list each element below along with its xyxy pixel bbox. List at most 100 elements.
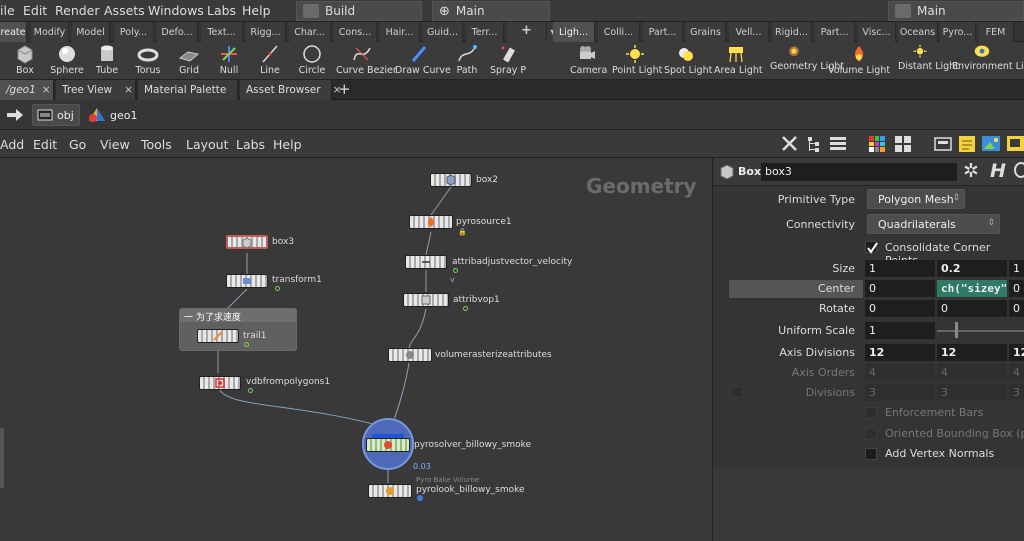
shelf-tab-hair[interactable]: Hair... — [380, 22, 420, 42]
tab-tree-view[interactable]: Tree View × — [56, 80, 136, 100]
tools-icon[interactable] — [780, 135, 800, 153]
shelf-tab-collisions[interactable]: Colli... — [598, 22, 640, 42]
node-transform1[interactable] — [226, 274, 268, 288]
gear-icon[interactable]: ✲ — [963, 160, 979, 182]
rotate-z-field[interactable]: 0 — [1009, 300, 1024, 317]
tool-geometry-light[interactable]: Geometry Light — [770, 42, 844, 80]
tool-volume-light[interactable]: Volume Light — [828, 42, 890, 80]
menu-edit[interactable]: Edit — [33, 137, 57, 152]
shelf-tab-lights[interactable]: Ligh... — [553, 22, 595, 42]
shelf-tab-vellum[interactable]: Vell... — [729, 22, 769, 42]
tool-sphere[interactable]: Sphere — [50, 42, 84, 80]
tab-geo1[interactable]: /geo1 × — [0, 80, 54, 100]
node-name-field[interactable]: box3 — [761, 163, 957, 181]
node-attribadjustvector-velocity[interactable] — [405, 255, 447, 269]
tool-area-light[interactable]: Area Light — [714, 42, 763, 80]
shelf-tab-characters[interactable]: Char... — [289, 22, 331, 42]
tool-circle[interactable]: Circle — [296, 42, 328, 80]
tool-environment-light[interactable]: Environment Light — [952, 42, 1024, 80]
shelf-tab-fem[interactable]: FEM — [978, 22, 1014, 42]
axis-divisions-y-field[interactable]: 12 — [937, 344, 1007, 361]
tool-point-light[interactable]: Point Light — [612, 42, 662, 80]
size-x-field[interactable]: 1 — [865, 260, 935, 277]
shelf-tab-rigging[interactable]: Rigg... — [246, 22, 286, 42]
shelf-tab-oceans[interactable]: Oceans — [898, 22, 938, 42]
help-icon[interactable]: H — [990, 160, 1006, 182]
node-pyrosolver-billowy-smoke[interactable] — [366, 438, 410, 452]
tool-spot-light[interactable]: Spot Light — [664, 42, 712, 80]
tool-torus[interactable]: Torus — [132, 42, 164, 80]
center-y-field[interactable]: ch("sizey" — [937, 280, 1007, 297]
tab-asset-browser[interactable]: Asset Browser × — [240, 80, 341, 100]
menu-assets[interactable]: Assets — [104, 3, 145, 18]
connectivity-dropdown[interactable]: Quadrilaterals ⇕ — [867, 214, 1000, 234]
rotate-x-field[interactable]: 0 — [865, 300, 935, 317]
consolidate-checkbox[interactable] — [865, 241, 878, 254]
tab-material-palette[interactable]: Material Palette× — [138, 80, 247, 100]
image-icon[interactable] — [981, 134, 1003, 154]
tool-line[interactable]: Line — [255, 42, 285, 80]
close-icon[interactable]: × — [124, 84, 133, 96]
menu-add[interactable]: Add — [0, 137, 24, 152]
menu-help[interactable]: Help — [242, 3, 271, 18]
tool-grid[interactable]: Grid — [174, 42, 204, 80]
rotate-y-field[interactable]: 0 — [937, 300, 1007, 317]
node-pyrosource1[interactable] — [409, 215, 453, 229]
node-attribvop1[interactable] — [403, 293, 449, 307]
slider-handle[interactable] — [955, 322, 958, 338]
shelf-tab-constraints[interactable]: Cons... — [334, 22, 377, 42]
menu-windows[interactable]: Windows — [148, 3, 204, 18]
add-tab-button[interactable]: + — [338, 80, 351, 98]
add-vertex-normals-checkbox[interactable] — [865, 448, 877, 460]
path-obj-button[interactable]: obj — [32, 104, 80, 126]
sticky-note-icon[interactable] — [957, 134, 977, 154]
menu-labs[interactable]: Labs — [207, 3, 236, 18]
shelf-tab-modify[interactable]: Modify — [31, 22, 69, 42]
menu-render[interactable]: Render — [55, 3, 100, 18]
tool-path[interactable]: Path — [452, 42, 482, 80]
add-shelf-tab-button[interactable]: + — [507, 22, 547, 42]
network-editor[interactable]: Geometry 一 为了求速度 box3 transform1 trail1 — [0, 158, 712, 541]
size-y-field[interactable]: 0.2 — [937, 260, 1007, 277]
shelf-tab-viscous[interactable]: Visc... — [858, 22, 896, 42]
tool-null[interactable]: Null — [214, 42, 244, 80]
shelf-tab-terrain[interactable]: Terr... — [466, 22, 504, 42]
tool-draw-curve[interactable]: Draw Curve — [395, 42, 451, 80]
shelf-tab-particle-fluids[interactable]: Part... — [815, 22, 855, 42]
node-vdbfrompolygons1[interactable] — [199, 376, 241, 390]
network-box-icon[interactable] — [934, 135, 952, 153]
primitive-type-dropdown[interactable]: Polygon Mesh ⇕ — [867, 189, 965, 209]
center-x-field[interactable]: 0 — [865, 280, 935, 297]
node-pyrolook-billowy-smoke[interactable] — [368, 484, 412, 498]
desktop-selector-main[interactable]: ⊕ Main — [432, 1, 550, 21]
network-box-title[interactable]: 一 为了求速度 — [180, 309, 296, 323]
list-icon[interactable] — [829, 135, 847, 153]
tool-box[interactable]: Box — [10, 42, 40, 80]
dependency-icon[interactable] — [1006, 134, 1024, 154]
shelf-tab-pyro[interactable]: Pyro... — [940, 22, 976, 42]
forward-arrow-icon[interactable] — [6, 107, 24, 123]
shelf-tab-create[interactable]: reate — [0, 22, 27, 42]
axis-divisions-x-field[interactable]: 12 — [865, 344, 935, 361]
node-box2[interactable] — [430, 173, 472, 187]
menu-help[interactable]: Help — [273, 137, 302, 152]
desktop-selector-build[interactable]: Build — [296, 1, 422, 21]
shelf-tab-polygon[interactable]: Poly... — [114, 22, 154, 42]
tool-camera[interactable]: Camera — [570, 42, 607, 80]
shelf-tab-particles[interactable]: Part... — [643, 22, 683, 42]
axis-divisions-z-field[interactable]: 12 — [1009, 344, 1024, 361]
size-z-field[interactable]: 1 — [1009, 260, 1024, 277]
menu-labs[interactable]: Labs — [236, 137, 265, 152]
node-volumerasterizeattributes[interactable] — [388, 348, 432, 362]
info-icon[interactable] — [1014, 162, 1024, 178]
uniform-scale-field[interactable]: 1 — [865, 322, 935, 339]
menu-file[interactable]: ile — [0, 3, 15, 18]
shelf-tab-model[interactable]: Model — [72, 22, 110, 42]
tool-curve-bezier[interactable]: Curve Bezier — [336, 42, 397, 80]
shelf-tab-texture[interactable]: Text... — [201, 22, 243, 42]
menu-edit[interactable]: Edit — [23, 3, 47, 18]
shelf-tab-guide[interactable]: Guid... — [423, 22, 463, 42]
center-z-field[interactable]: 0 — [1009, 280, 1024, 297]
menu-go[interactable]: Go — [69, 137, 86, 152]
grid-view-icon[interactable] — [894, 135, 912, 153]
